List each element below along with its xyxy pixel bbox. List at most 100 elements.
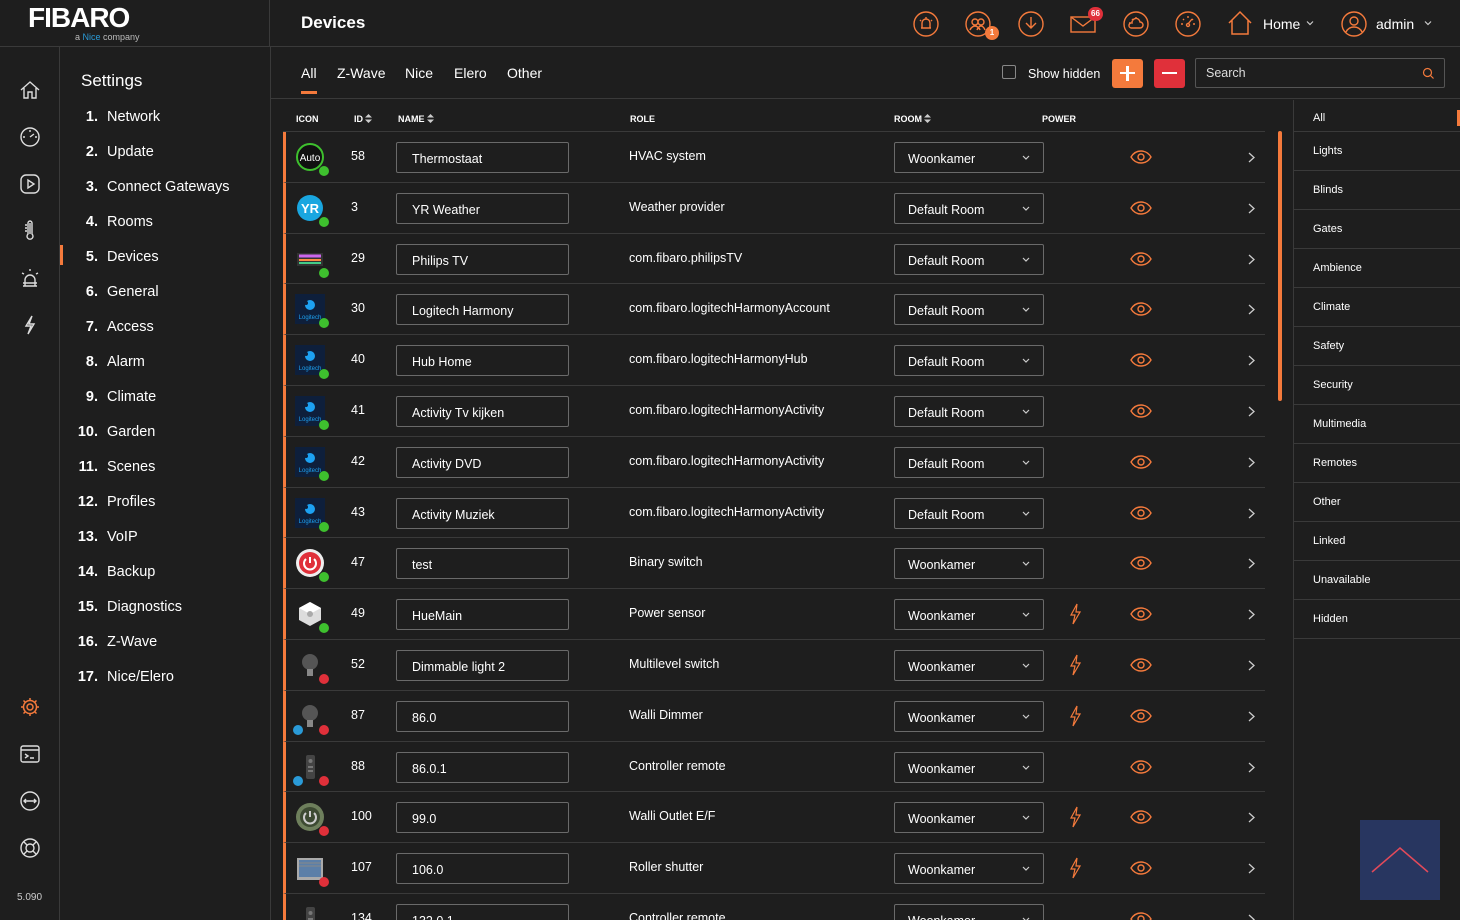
filter-unavailable[interactable]: Unavailable xyxy=(1294,561,1460,600)
room-select[interactable]: Default Room xyxy=(894,446,1044,478)
table-row[interactable]: 52 Dimmable light 2 Multilevel switch Woonk… xyxy=(283,639,1265,691)
filter-climate[interactable]: Climate xyxy=(1294,288,1460,327)
dashboard-clock-icon[interactable] xyxy=(19,126,41,148)
visibility-eye-icon[interactable] xyxy=(1130,302,1152,317)
table-row[interactable]: Logitech 41 Activity Tv kijken com.fibaro.l… xyxy=(283,385,1265,437)
visibility-eye-icon[interactable] xyxy=(1130,505,1152,520)
chevron-right-icon[interactable] xyxy=(1248,812,1255,823)
filter-security[interactable]: Security xyxy=(1294,366,1460,405)
room-select[interactable]: Default Room xyxy=(894,294,1044,326)
device-name-field[interactable]: YR Weather xyxy=(396,192,569,224)
settings-item-update[interactable]: 2. Update xyxy=(60,140,270,175)
device-name-field[interactable]: HueMain xyxy=(396,599,569,631)
table-row[interactable]: 100 99.0 Walli Outlet E/F Woonkamer xyxy=(283,792,1265,844)
device-name-field[interactable]: Activity Muziek xyxy=(396,497,569,529)
settings-item-profiles[interactable]: 12. Profiles xyxy=(60,490,270,525)
settings-item-scenes[interactable]: 11. Scenes xyxy=(60,455,270,490)
chevron-right-icon[interactable] xyxy=(1248,152,1255,163)
chevron-right-icon[interactable] xyxy=(1248,609,1255,620)
device-name-field[interactable]: Logitech Harmony xyxy=(396,294,569,326)
settings-item-rooms[interactable]: 4. Rooms xyxy=(60,210,270,245)
chevron-right-icon[interactable] xyxy=(1248,457,1255,468)
settings-item-diagnostics[interactable]: 15. Diagnostics xyxy=(60,595,270,630)
user-avatar-icon[interactable] xyxy=(1341,11,1367,37)
scroll-to-top-button[interactable] xyxy=(1360,820,1440,900)
chevron-right-icon[interactable] xyxy=(1248,254,1255,265)
device-name-field[interactable]: Hub Home xyxy=(396,345,569,377)
visibility-eye-icon[interactable] xyxy=(1130,607,1152,621)
device-name-field[interactable]: 99.0 xyxy=(396,802,569,834)
settings-item-nice-elero[interactable]: 17. Nice/Elero xyxy=(60,665,270,700)
table-row[interactable]: YR 3 YR Weather Weather provider Default Roo… xyxy=(283,182,1265,234)
table-row[interactable]: 107 106.0 Roller shutter Woonkamer xyxy=(283,843,1265,894)
chevron-right-icon[interactable] xyxy=(1248,914,1255,920)
climate-thermometer-icon[interactable] xyxy=(19,220,41,242)
visibility-eye-icon[interactable] xyxy=(1130,251,1152,266)
remove-device-button[interactable] xyxy=(1154,59,1185,88)
user-menu[interactable]: admin xyxy=(1376,16,1414,32)
help-lifebuoy-icon[interactable] xyxy=(19,837,41,859)
scenes-play-icon[interactable] xyxy=(19,173,41,195)
settings-item-connect-gateways[interactable]: 3. Connect Gateways xyxy=(60,175,270,210)
room-select[interactable]: Woonkamer xyxy=(894,903,1044,920)
device-name-field[interactable]: Dimmable light 2 xyxy=(396,649,569,681)
device-name-field[interactable]: Thermostaat xyxy=(396,142,569,173)
visibility-eye-icon[interactable] xyxy=(1130,150,1152,164)
table-row[interactable]: 87 86.0 Walli Dimmer Woonkamer xyxy=(283,690,1265,742)
header-id[interactable]: ID xyxy=(354,114,372,124)
settings-item-garden[interactable]: 10. Garden xyxy=(60,420,270,455)
device-name-field[interactable]: Philips TV xyxy=(396,243,569,275)
device-name-field[interactable]: 86.0 xyxy=(396,700,569,732)
table-row[interactable]: Logitech 40 Hub Home com.fibaro.logitechHar… xyxy=(283,335,1265,386)
filter-multimedia[interactable]: Multimedia xyxy=(1294,405,1460,444)
table-row[interactable]: 88 86.0.1 Controller remote Woonkamer xyxy=(283,741,1265,793)
table-row[interactable]: Logitech 43 Activity Muziek com.fibaro.logi… xyxy=(283,487,1265,539)
tab-all[interactable]: All xyxy=(301,65,317,94)
device-name-field[interactable]: Activity DVD xyxy=(396,446,569,478)
tab-other[interactable]: Other xyxy=(507,65,542,81)
filter-all[interactable]: All xyxy=(1294,100,1460,132)
filter-safety[interactable]: Safety xyxy=(1294,327,1460,366)
visibility-eye-icon[interactable] xyxy=(1130,455,1152,469)
settings-item-backup[interactable]: 14. Backup xyxy=(60,560,270,595)
visibility-eye-icon[interactable] xyxy=(1130,658,1152,672)
room-select[interactable]: Default Room xyxy=(894,395,1044,427)
terminal-icon[interactable] xyxy=(19,743,41,765)
room-select[interactable]: Woonkamer xyxy=(894,853,1044,885)
download-icon[interactable] xyxy=(1018,11,1044,37)
home-nav-icon[interactable] xyxy=(19,79,41,101)
settings-item-alarm[interactable]: 8. Alarm xyxy=(60,350,270,385)
room-select[interactable]: Woonkamer xyxy=(894,751,1044,783)
filter-ambience[interactable]: Ambience xyxy=(1294,249,1460,288)
settings-item-network[interactable]: 1. Network xyxy=(60,105,270,140)
table-row[interactable]: 47 test Binary switch Woonkamer xyxy=(283,538,1265,590)
device-name-field[interactable]: Activity Tv kijken xyxy=(396,395,569,427)
device-name-field[interactable]: 132.0.1 xyxy=(396,903,569,920)
chevron-right-icon[interactable] xyxy=(1248,355,1255,366)
table-row[interactable]: Logitech 30 Logitech Harmony com.fibaro.log… xyxy=(283,284,1265,336)
settings-item-general[interactable]: 6. General xyxy=(60,280,270,315)
room-select[interactable]: Default Room xyxy=(894,345,1044,377)
device-name-field[interactable]: test xyxy=(396,548,569,580)
home-selector[interactable]: Home xyxy=(1263,16,1300,32)
fibaro-logo[interactable]: FIBARO xyxy=(28,2,130,34)
chevron-right-icon[interactable] xyxy=(1248,762,1255,773)
settings-item-climate[interactable]: 9. Climate xyxy=(60,385,270,420)
show-hidden-checkbox[interactable] xyxy=(1002,65,1016,79)
visibility-eye-icon[interactable] xyxy=(1130,759,1152,774)
filter-blinds[interactable]: Blinds xyxy=(1294,171,1460,210)
room-select[interactable]: Default Room xyxy=(894,192,1044,224)
device-name-field[interactable]: 86.0.1 xyxy=(396,751,569,783)
filter-linked[interactable]: Linked xyxy=(1294,522,1460,561)
room-select[interactable]: Woonkamer xyxy=(894,142,1044,173)
chevron-right-icon[interactable] xyxy=(1248,711,1255,722)
table-row[interactable]: 49 HueMain Power sensor Woonkamer xyxy=(283,589,1265,640)
chevron-right-icon[interactable] xyxy=(1248,406,1255,417)
add-device-button[interactable] xyxy=(1112,59,1143,88)
visibility-eye-icon[interactable] xyxy=(1130,912,1152,920)
filter-lights[interactable]: Lights xyxy=(1294,132,1460,171)
chevron-right-icon[interactable] xyxy=(1248,508,1255,519)
visibility-eye-icon[interactable] xyxy=(1130,556,1152,571)
tab-elero[interactable]: Elero xyxy=(454,65,487,81)
alarm-siren-icon[interactable] xyxy=(19,267,41,289)
